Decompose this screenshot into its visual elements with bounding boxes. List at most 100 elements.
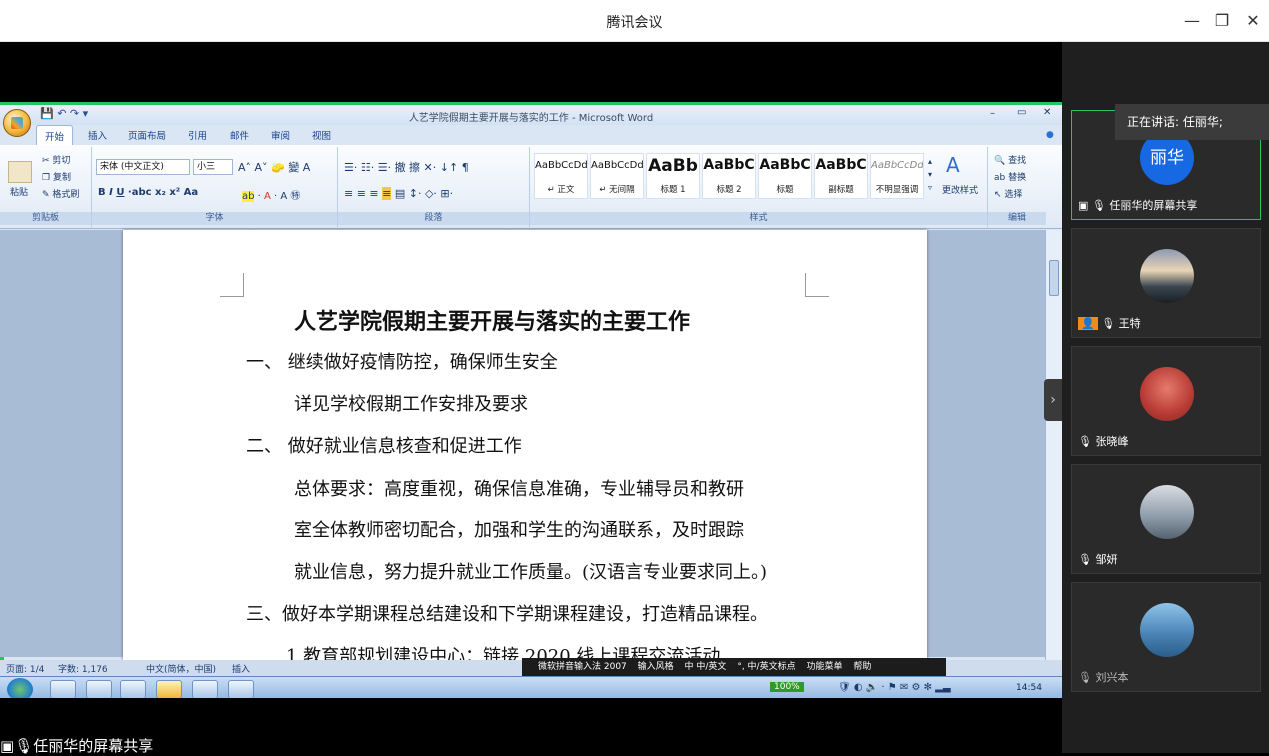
cut-button[interactable]: ✂ 剪切 — [42, 153, 70, 166]
select-button[interactable]: ↖ 选择 — [994, 187, 1022, 200]
participant-tile[interactable]: 🎙 邹妍 — [1071, 464, 1261, 574]
mic-icon: 🎙 — [14, 737, 34, 755]
font-size-select[interactable]: 小三 — [193, 159, 233, 175]
tab-references[interactable]: 引用 — [188, 128, 207, 142]
format-painter-button[interactable]: ✎ 格式刷 — [42, 187, 79, 200]
quick-access-toolbar[interactable]: 💾 ↶ ↷ ▾ — [40, 107, 88, 120]
replace-button[interactable]: ab 替换 — [994, 170, 1026, 183]
find-label: 查找 — [1008, 156, 1027, 166]
list-buttons[interactable]: ☰· ☷· ☰· 撤 擦 ✕· ↓↑ ¶ — [344, 159, 469, 175]
participant-name-text: 张晓峰 — [1095, 435, 1129, 448]
style-sample: AaBbC — [703, 157, 755, 173]
change-styles-icon[interactable]: A — [946, 153, 960, 177]
participant-tile[interactable]: 👤 🎙 王特 — [1071, 228, 1261, 338]
ime-menu[interactable]: 功能菜单 — [806, 662, 842, 672]
language-status[interactable]: 中文(简体，中国) — [146, 662, 216, 675]
mic-muted-icon: 🎙 — [1078, 553, 1096, 566]
copy-label: 复制 — [52, 173, 71, 183]
document-area: 人艺学院假期主要开展与落实的主要工作 一、 继续做好疫情防控，确保师生安全 详见… — [0, 230, 1045, 667]
host-icon: 👤 — [1078, 317, 1098, 330]
scroll-thumb[interactable] — [1049, 260, 1059, 296]
tab-review[interactable]: 审阅 — [271, 128, 290, 142]
tray-icons[interactable]: 🛡 ◐ 🔈 · ⚑ ✉ ⚙ ✻ ▂▃ — [838, 682, 951, 693]
copy-button[interactable]: ❐ 复制 — [42, 170, 71, 183]
styles-group-label: 样式 — [530, 212, 987, 225]
find-button[interactable]: 🔍 查找 — [994, 153, 1026, 166]
style-heading-1[interactable]: AaBb 标题 1 — [646, 153, 700, 199]
ime-style[interactable]: 输入风格 — [638, 662, 674, 672]
word-title-bar: 人艺学院假期主要开展与落实的工作 - Microsoft Word 💾 ↶ ↷ … — [0, 105, 1062, 125]
change-styles-button[interactable]: 更改样式 — [942, 183, 978, 196]
font-name-select[interactable]: 宋体 (中文正文) — [96, 159, 190, 175]
restore-button[interactable]: ❐ — [1208, 8, 1236, 34]
tab-mailings[interactable]: 邮件 — [230, 128, 249, 142]
style-subtitle[interactable]: AaBbC 副标题 — [814, 153, 868, 199]
tab-page-layout[interactable]: 页面布局 — [128, 128, 166, 142]
align-buttons[interactable]: ≡ ≡ ≡ ≡ ▤ ↕· ◇· ⊞· — [344, 187, 453, 200]
style-name: 不明显强调 — [875, 185, 919, 195]
participant-name: 🎙 张晓峰 — [1078, 433, 1128, 449]
font-format-buttons[interactable]: B I U ·abc x₂ x² Aa — [98, 187, 198, 198]
style-name: ↵ 正文 — [547, 185, 575, 195]
taskbar-clock: 14:54 — [1016, 683, 1042, 693]
participant-name-text: 刘兴本 — [1095, 671, 1129, 684]
paste-button[interactable]: 粘贴 — [10, 185, 28, 198]
style-no-spacing[interactable]: AaBbCcDd ↵ 无间隔 — [590, 153, 644, 199]
help-icon[interactable]: ● — [1046, 130, 1054, 140]
word-close-icon[interactable]: ✕ — [1043, 107, 1051, 118]
style-name: 副标题 — [828, 185, 854, 195]
style-sample: AaBbCcDd — [871, 160, 923, 171]
participant-name: 🎙 邹妍 — [1078, 551, 1117, 567]
doc-line: 详见学校假期工作安排及要求 — [294, 394, 528, 415]
taskbar-app-icon[interactable] — [86, 680, 112, 698]
taskbar-app-icon[interactable] — [192, 680, 218, 698]
minimize-button[interactable]: — — [1178, 8, 1206, 34]
office-button[interactable] — [3, 109, 31, 137]
font-color-buttons[interactable]: ab · A · A ㊕ — [242, 187, 300, 202]
zoom-level[interactable]: 100% — [770, 682, 804, 692]
taskbar-word-icon[interactable] — [120, 680, 146, 698]
format-painter-label: 格式刷 — [52, 190, 80, 200]
style-name: 标题 2 — [716, 185, 742, 195]
style-name: 标题 1 — [660, 185, 686, 195]
paste-icon[interactable] — [8, 161, 32, 183]
collapse-panel-button[interactable]: › — [1044, 379, 1062, 421]
taskbar-ie-icon[interactable] — [50, 680, 76, 698]
tab-insert[interactable]: 插入 — [88, 128, 107, 142]
replace-label: 替换 — [1008, 173, 1027, 183]
start-button[interactable] — [7, 678, 33, 698]
taskbar-app-icon[interactable] — [228, 680, 254, 698]
document-page[interactable]: 人艺学院假期主要开展与落实的主要工作 一、 继续做好疫情防控，确保师生安全 详见… — [123, 230, 927, 667]
style-name: 标题 — [776, 185, 794, 195]
app-title-bar: 腾讯会议 — ❐ ✕ — [0, 0, 1269, 42]
style-title[interactable]: AaBbC 标题 — [758, 153, 812, 199]
insert-mode[interactable]: 插入 — [232, 662, 250, 675]
ime-toolbar[interactable]: 微软拼音输入法 2007 输入风格 中 中/英文 °, 中/英文标点 功能菜单 … — [522, 658, 946, 677]
participant-name-text: 王特 — [1118, 317, 1141, 330]
style-heading-2[interactable]: AaBbC 标题 2 — [702, 153, 756, 199]
avatar — [1140, 367, 1194, 421]
ime-name: 微软拼音输入法 2007 — [538, 662, 627, 672]
taskbar-folder-icon[interactable] — [156, 680, 182, 698]
word-restore-icon[interactable]: ▭ — [1017, 107, 1026, 118]
style-subtle-emphasis[interactable]: AaBbCcDd 不明显强调 — [870, 153, 924, 199]
ribbon: 粘贴 ✂ 剪切 ❐ 复制 ✎ 格式刷 剪贴板 宋体 (中文正文) 小三 A˄ A… — [0, 145, 1062, 229]
vertical-scrollbar[interactable] — [1045, 230, 1062, 660]
word-count[interactable]: 字数: 1,176 — [58, 662, 108, 675]
tab-view[interactable]: 视图 — [312, 128, 331, 142]
tab-home[interactable]: 开始 — [36, 125, 74, 145]
group-clipboard: 粘贴 ✂ 剪切 ❐ 复制 ✎ 格式刷 剪贴板 — [0, 147, 92, 227]
word-minimize-icon[interactable]: – — [990, 108, 995, 119]
styles-scroll-icon[interactable]: ▴ ▾ ▿ — [928, 155, 932, 194]
ime-help[interactable]: 帮助 — [853, 662, 871, 672]
ime-punct[interactable]: °, 中/英文标点 — [737, 662, 795, 672]
close-button[interactable]: ✕ — [1239, 8, 1267, 34]
font-size-buttons[interactable]: A˄ A˅ 🧽 變 A — [238, 159, 310, 175]
font-group-label: 字体 — [92, 212, 337, 225]
participant-tile[interactable]: 🎙 张晓峰 — [1071, 346, 1261, 456]
ime-mode[interactable]: 中 中/英文 — [685, 662, 727, 672]
style-normal[interactable]: AaBbCcDd ↵ 正文 — [534, 153, 588, 199]
ribbon-tabs: 开始 插入 页面布局 引用 邮件 审阅 视图 ● — [0, 125, 1062, 145]
participant-tile[interactable]: 🎙 刘兴本 — [1071, 582, 1261, 692]
windows-taskbar: 100% 🛡 ◐ 🔈 · ⚑ ✉ ⚙ ✻ ▂▃ 14:54 — [0, 676, 1062, 698]
